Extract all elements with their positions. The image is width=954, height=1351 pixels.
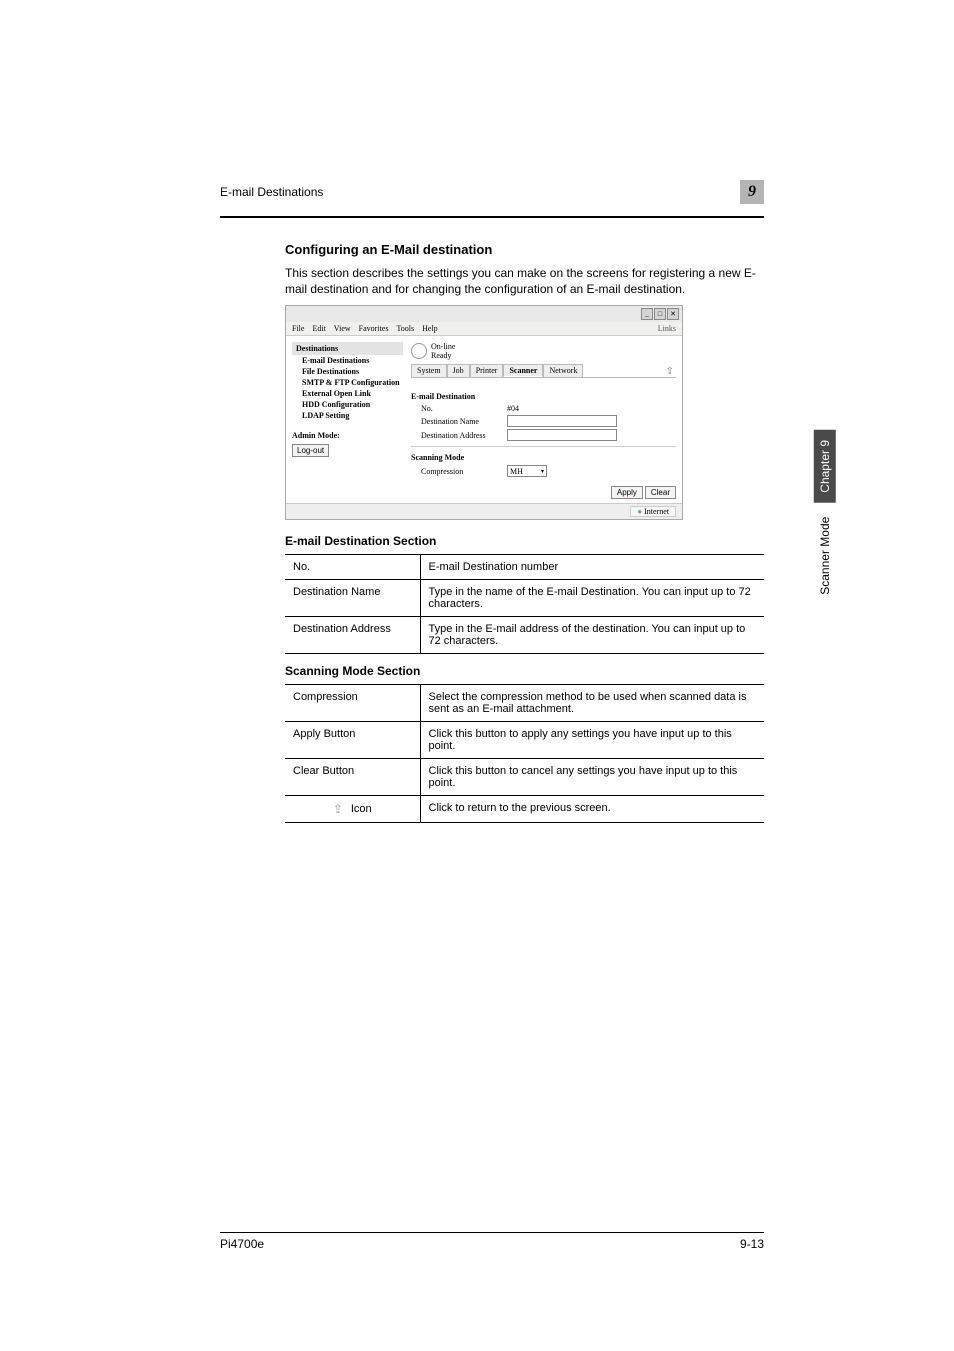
- side-tab-chapter: Chapter 9: [814, 430, 836, 503]
- sidebar-ldap-setting[interactable]: LDAP Setting: [292, 410, 403, 421]
- sidebar-destinations-title: Destinations: [292, 342, 403, 355]
- label-destination-name: Destination Name: [421, 417, 507, 426]
- admin-mode-label: Admin Mode:: [292, 431, 403, 440]
- cell-key: Compression: [285, 685, 420, 722]
- menu-view[interactable]: View: [334, 324, 351, 333]
- section-intro: This section describes the settings you …: [285, 265, 764, 297]
- destination-name-input[interactable]: [507, 415, 617, 427]
- browser-statusbar: ● Internet: [286, 503, 682, 519]
- footer-page-number: 9-13: [740, 1237, 764, 1251]
- page-header-title: E-mail Destinations: [220, 185, 323, 199]
- cell-key: Apply Button: [285, 722, 420, 759]
- scanning-mode-table: CompressionSelect the compression method…: [285, 684, 764, 823]
- table-row: ⇪ Icon Click to return to the previous s…: [285, 796, 764, 823]
- menu-tools[interactable]: Tools: [396, 324, 414, 333]
- side-tab-mode: Scanner Mode: [818, 517, 832, 595]
- chapter-badge: 9: [740, 180, 764, 204]
- table-row: Apply ButtonClick this button to apply a…: [285, 722, 764, 759]
- cell-desc: Type in the name of the E-mail Destinati…: [420, 580, 764, 617]
- embedded-screenshot: _ □ ✕ File Edit View Favorites Tools Hel…: [285, 305, 683, 520]
- sidebar-file-destinations[interactable]: File Destinations: [292, 366, 403, 377]
- cell-key: No.: [285, 555, 420, 580]
- value-no: #04: [507, 404, 519, 413]
- back-up-icon[interactable]: ⇪: [666, 366, 674, 377]
- label-no: No.: [421, 404, 507, 413]
- maximize-button[interactable]: □: [654, 308, 666, 320]
- footer-model: Pi4700e: [220, 1237, 264, 1251]
- tab-scanner[interactable]: Scanner: [503, 364, 543, 377]
- footer-rule: [220, 1232, 764, 1233]
- minimize-button[interactable]: _: [641, 308, 653, 320]
- menu-file[interactable]: File: [292, 324, 304, 333]
- compression-select[interactable]: MH ▾: [507, 465, 547, 477]
- table-row: Destination NameType in the name of the …: [285, 580, 764, 617]
- logout-button[interactable]: Log-out: [292, 444, 329, 457]
- table-row: Clear ButtonClick this button to cancel …: [285, 759, 764, 796]
- label-compression: Compression: [421, 467, 507, 476]
- sidebar-external-open-link[interactable]: External Open Link: [292, 388, 403, 399]
- cell-desc: Select the compression method to be used…: [420, 685, 764, 722]
- table-row: Destination AddressType in the E-mail ad…: [285, 617, 764, 654]
- table1-title: E-mail Destination Section: [285, 534, 764, 548]
- cell-desc: Click this button to apply any settings …: [420, 722, 764, 759]
- tab-network[interactable]: Network: [543, 364, 583, 377]
- cell-desc: Click this button to cancel any settings…: [420, 759, 764, 796]
- links-label[interactable]: Links: [658, 324, 676, 333]
- table-row: No.E-mail Destination number: [285, 555, 764, 580]
- cell-key: Destination Name: [285, 580, 420, 617]
- apply-button[interactable]: Apply: [611, 486, 643, 499]
- panel-section-scanning-mode: Scanning Mode: [411, 453, 676, 462]
- window-titlebar: _ □ ✕: [286, 306, 682, 322]
- destination-address-input[interactable]: [507, 429, 617, 441]
- sidebar-smtp-ftp-config[interactable]: SMTP & FTP Configuration: [292, 377, 403, 388]
- icon-label: Icon: [351, 803, 372, 815]
- sidebar-hdd-config[interactable]: HDD Configuration: [292, 399, 403, 410]
- tab-system[interactable]: System: [411, 364, 447, 377]
- clear-button[interactable]: Clear: [645, 486, 676, 499]
- cell-desc: Click to return to the previous screen.: [420, 796, 764, 823]
- menu-favorites[interactable]: Favorites: [359, 324, 389, 333]
- globe-icon: ●: [637, 507, 642, 516]
- up-arrow-icon: ⇪: [333, 802, 343, 816]
- status-online: On-line: [431, 342, 455, 351]
- chevron-down-icon: ▾: [541, 468, 544, 475]
- tab-printer[interactable]: Printer: [470, 364, 504, 377]
- compression-select-value: MH: [510, 467, 523, 476]
- panel-divider: [411, 446, 676, 447]
- cell-key: Destination Address: [285, 617, 420, 654]
- table2-title: Scanning Mode Section: [285, 664, 764, 678]
- email-destination-table: No.E-mail Destination number Destination…: [285, 554, 764, 654]
- cell-desc: E-mail Destination number: [420, 555, 764, 580]
- menu-help[interactable]: Help: [422, 324, 438, 333]
- cell-key: ⇪ Icon: [285, 796, 420, 823]
- tab-job[interactable]: Job: [447, 364, 470, 377]
- printer-status-icon: [411, 343, 427, 359]
- table-row: CompressionSelect the compression method…: [285, 685, 764, 722]
- side-tab: Scanner Mode Chapter 9: [814, 430, 836, 595]
- header-rule: [220, 216, 764, 218]
- sidebar-email-destinations[interactable]: E-mail Destinations: [292, 355, 403, 366]
- section-heading: Configuring an E-Mail destination: [285, 242, 764, 257]
- label-destination-address: Destination Address: [421, 431, 507, 440]
- cell-key: Clear Button: [285, 759, 420, 796]
- status-ready: Ready: [431, 351, 455, 360]
- menu-bar: File Edit View Favorites Tools Help Link…: [286, 322, 682, 336]
- close-button[interactable]: ✕: [667, 308, 679, 320]
- zone-label: Internet: [644, 507, 669, 516]
- panel-section-email-destination: E-mail Destination: [411, 392, 676, 401]
- cell-desc: Type in the E-mail address of the destin…: [420, 617, 764, 654]
- menu-edit[interactable]: Edit: [312, 324, 325, 333]
